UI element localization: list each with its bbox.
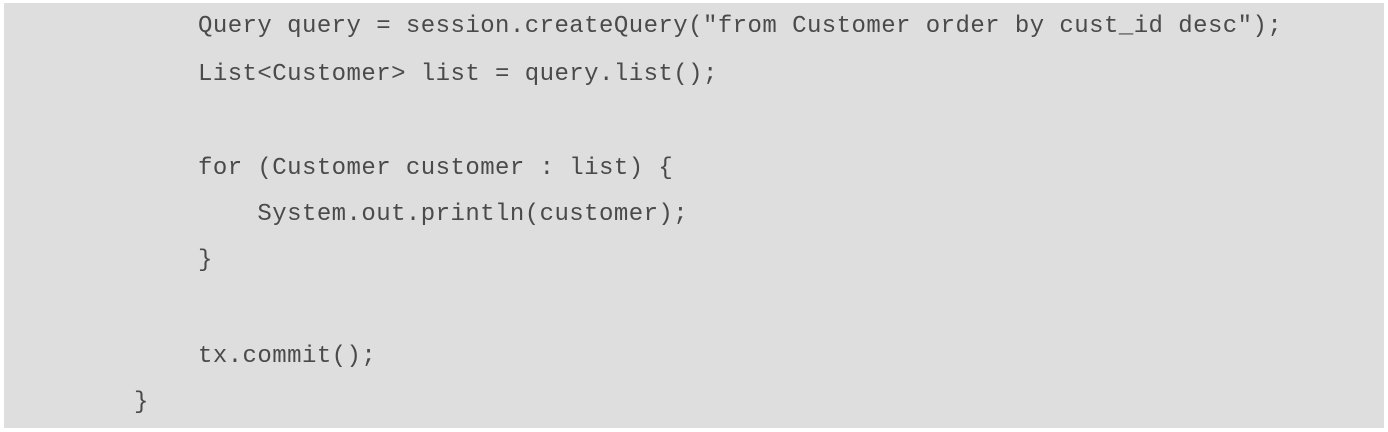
code-line-commit: tx.commit(); bbox=[198, 343, 377, 370]
code-line-for-close: } bbox=[198, 247, 213, 274]
code-line-method-close: } bbox=[134, 389, 149, 416]
code-line-query: Query query = session.createQuery("from … bbox=[198, 13, 1283, 40]
code-line-list: List<Customer> list = query.list(); bbox=[198, 61, 718, 88]
code-line-println: System.out.println(customer); bbox=[198, 201, 689, 228]
code-block: Query query = session.createQuery("from … bbox=[4, 3, 1384, 428]
code-line-for-loop: for (Customer customer : list) { bbox=[198, 155, 674, 182]
